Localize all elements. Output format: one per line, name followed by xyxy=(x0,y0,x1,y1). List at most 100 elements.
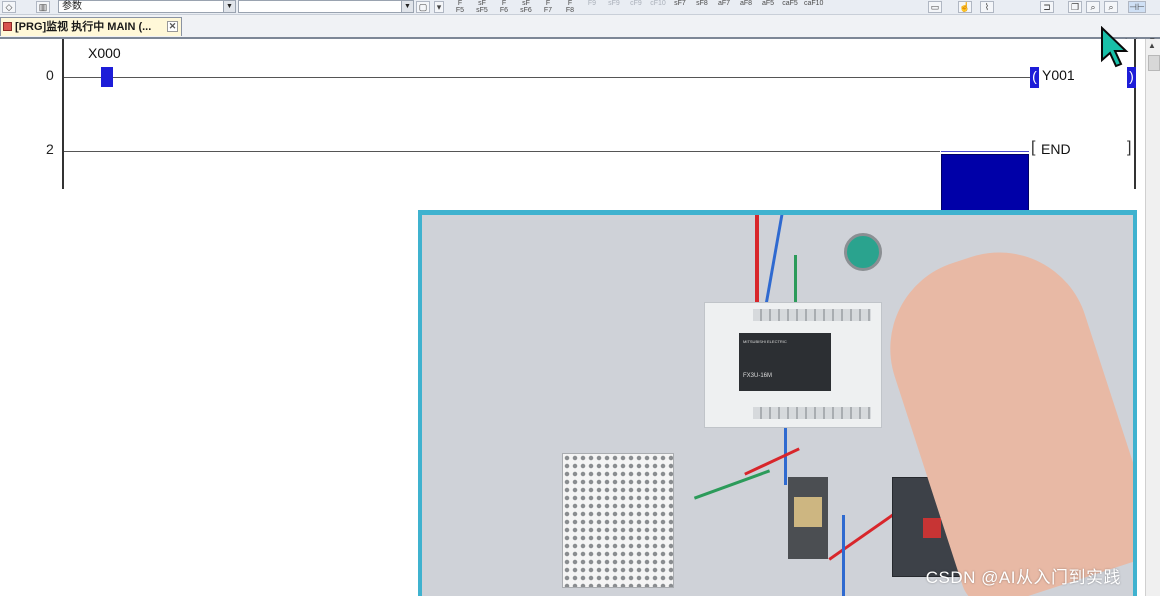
relay xyxy=(788,477,828,559)
close-icon[interactable]: ✕ xyxy=(167,21,178,32)
function-key-button[interactable]: sF9 xyxy=(606,0,622,7)
zoom-fit-icon[interactable]: ⌕ xyxy=(1104,1,1118,13)
function-key-label: sF5 xyxy=(476,7,488,14)
function-key-button[interactable]: F9 xyxy=(584,0,600,7)
scroll-up-icon[interactable]: ▲ xyxy=(1148,41,1156,50)
function-key-label: sF8 xyxy=(696,0,708,7)
push-button xyxy=(844,233,882,271)
copy-icon[interactable]: ❐ xyxy=(1068,1,1082,13)
blue-wire xyxy=(842,515,845,596)
coil-right-bracket[interactable]: ) xyxy=(1127,67,1136,88)
step-number: 0 xyxy=(46,67,54,83)
function-key-button[interactable]: F F8 xyxy=(562,0,578,14)
function-key-top-label: F xyxy=(501,0,507,7)
function-key-button[interactable]: F F6 xyxy=(496,0,512,14)
function-key-top-label: sF xyxy=(478,0,486,7)
function-key-label: aF7 xyxy=(717,0,731,7)
function-key-button[interactable]: sF sF5 xyxy=(474,0,490,14)
function-key-button[interactable]: cF9 xyxy=(628,0,644,7)
tab-label: [PRG]监视 执行中 MAIN (... xyxy=(15,21,152,33)
function-key-button[interactable]: F F7 xyxy=(540,0,556,14)
green-wire xyxy=(693,469,771,500)
function-key-label: F9 xyxy=(587,0,597,7)
hardware-video-frame: MITSUBISHI ELECTRIC FX3U-16M CSDN @AI从入门… xyxy=(418,210,1137,596)
pointer-icon[interactable]: ☝ xyxy=(958,1,972,13)
plc-unit: MITSUBISHI ELECTRIC FX3U-16M xyxy=(704,302,882,428)
function-key-button[interactable]: aF8 xyxy=(738,0,754,7)
function-key-label: cF9 xyxy=(630,0,642,7)
plc-model: FX3U-16M xyxy=(743,373,773,379)
chevron-down-icon[interactable]: ▼ xyxy=(401,1,413,12)
new-document-icon[interactable]: ▢ xyxy=(416,1,430,13)
draw-line-icon[interactable]: ⌇ xyxy=(980,1,994,13)
scrollbar-thumb[interactable] xyxy=(1148,55,1160,71)
right-power-rail xyxy=(1134,39,1136,189)
power-supply xyxy=(562,453,674,588)
function-key-label: F8 xyxy=(565,7,575,14)
tab-bar: [PRG]监视 执行中 MAIN (... ✕ ◂ ▸ ▾ xyxy=(0,15,1160,45)
function-key-label: caF10 xyxy=(804,0,824,7)
function-key-label: aF8 xyxy=(739,0,753,7)
hardware-photo: MITSUBISHI ELECTRIC FX3U-16M xyxy=(422,215,1133,596)
contact-label: X000 xyxy=(88,45,121,61)
tab-main-program[interactable]: [PRG]监视 执行中 MAIN (... ✕ xyxy=(0,17,182,36)
ladder-editor[interactable]: 0 X000 ( Y001 ) 2 [ END ] xyxy=(0,39,1145,227)
function-key-button[interactable]: F F5 xyxy=(452,0,468,14)
rung-wire xyxy=(941,151,1029,152)
red-wire xyxy=(828,512,896,561)
function-key-label: F6 xyxy=(499,7,509,14)
shield-icon[interactable]: ◇ xyxy=(2,1,16,13)
function-key-label: F7 xyxy=(543,7,553,14)
function-key-label: sF9 xyxy=(608,0,620,7)
coil-label: Y001 xyxy=(1042,67,1075,83)
function-key-top-label: F xyxy=(457,0,463,7)
red-wire xyxy=(755,215,759,307)
step-number: 2 xyxy=(46,141,54,157)
program-icon xyxy=(3,22,12,31)
function-key-button[interactable]: sF8 xyxy=(694,0,710,7)
red-wire xyxy=(744,447,800,476)
watermark-text: CSDN @AI从入门到实践 xyxy=(925,568,1121,587)
function-key-label: aF5 xyxy=(761,0,775,7)
parameter-combo-value: 参数 xyxy=(62,1,82,12)
function-key-label: F5 xyxy=(455,7,465,14)
function-key-button[interactable]: aF5 xyxy=(760,0,776,7)
function-key-button[interactable]: caF5 xyxy=(782,0,798,7)
dropdown-arrow-icon[interactable]: ▾ xyxy=(434,1,444,13)
function-key-label: sF6 xyxy=(520,7,532,14)
relay-cover xyxy=(794,497,822,527)
chevron-down-icon[interactable]: ▼ xyxy=(223,1,235,12)
end-right-bracket: ] xyxy=(1127,139,1132,156)
function-key-top-label: F xyxy=(567,0,573,7)
coil-left-bracket[interactable]: ( xyxy=(1030,67,1039,88)
mouse-pointer-icon xyxy=(1101,26,1129,68)
plc-brand: MITSUBISHI ELECTRIC xyxy=(743,339,787,344)
comment-icon[interactable]: ▭ xyxy=(928,1,942,13)
end-instruction[interactable]: END xyxy=(1041,141,1071,157)
function-key-button[interactable]: caF10 xyxy=(804,0,824,7)
function-key-top-label: sF xyxy=(522,0,530,7)
function-key-button[interactable]: cF10 xyxy=(650,0,666,7)
function-key-button[interactable]: aF7 xyxy=(716,0,732,7)
parameter-combo[interactable]: 参数 ▼ xyxy=(58,0,236,13)
ladder-icon[interactable]: ⊐ xyxy=(1040,1,1054,13)
end-left-bracket: [ xyxy=(1031,139,1036,156)
function-key-top-label: F xyxy=(545,0,551,7)
function-key-label: cF10 xyxy=(650,0,666,7)
function-key-label: caF5 xyxy=(782,0,798,7)
plc-input-terminals xyxy=(753,309,871,321)
ladder-mode-icon[interactable]: ⊣⊢ xyxy=(1128,1,1146,13)
device-combo[interactable]: ▼ xyxy=(238,0,414,13)
blue-wire xyxy=(763,215,784,310)
device-icon[interactable]: ▥ xyxy=(36,1,50,13)
function-key-button[interactable]: sF7 xyxy=(672,0,688,7)
contact-x000[interactable] xyxy=(101,67,113,87)
left-power-rail xyxy=(62,39,64,189)
rung-wire xyxy=(64,151,940,152)
function-key-button[interactable]: sF sF6 xyxy=(518,0,534,14)
rung-wire xyxy=(64,77,1032,78)
vertical-scrollbar[interactable]: ▲ xyxy=(1145,39,1160,596)
contactor-indicator xyxy=(923,518,941,538)
zoom-icon[interactable]: ⌕ xyxy=(1086,1,1100,13)
plc-output-terminals xyxy=(753,407,871,419)
